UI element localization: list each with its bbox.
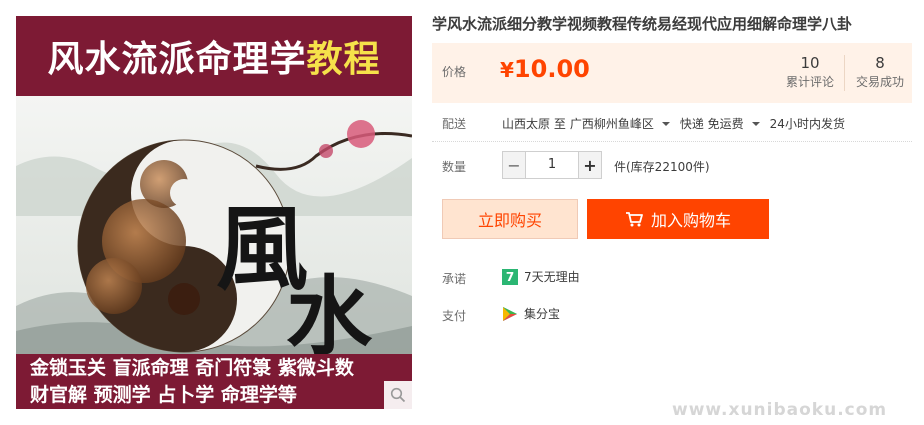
image-topics-banner: 金锁玉关 盲派命理 奇门符箓 紫微斗数 财官解 预测学 占卜学 命理学等: [16, 354, 412, 409]
delivery-row: 山西太原 至 广西柳州鱼峰区 快递 免运费 24小时内发货: [502, 115, 849, 132]
promise-text: 7天无理由: [524, 270, 580, 284]
add-to-cart-label: 加入购物车: [650, 211, 731, 230]
currency-symbol: ¥: [500, 58, 514, 82]
deals-stat: 8 交易成功: [848, 53, 912, 90]
image-topics-line2: 财官解 预测学 占卜学 命理学等: [30, 384, 297, 406]
jifenbao-icon: [502, 306, 518, 322]
payment-row[interactable]: 集分宝: [502, 305, 560, 322]
image-title-white: 风水流派命理学: [47, 39, 307, 80]
zoom-button[interactable]: [384, 381, 412, 409]
reviews-stat[interactable]: 10 累计评论: [780, 53, 840, 90]
payment-text: 集分宝: [524, 307, 561, 321]
chevron-down-icon[interactable]: [661, 121, 670, 126]
ship-time: 24小时内发货: [769, 117, 845, 131]
stats-divider: [844, 55, 845, 91]
deals-count: 8: [875, 54, 885, 72]
reviews-label: 累计评论: [785, 75, 834, 89]
reviews-count: 10: [800, 54, 820, 72]
promise-label: 承诺: [442, 272, 467, 286]
quantity-stepper: − 1 +: [502, 151, 602, 179]
delivery-method-select[interactable]: 快递 免运费: [680, 115, 744, 132]
watermark: www.xunibaoku.com: [672, 400, 888, 420]
product-image[interactable]: 风水流派命理学 教程 風 水 金锁玉关 盲派命理 奇门符箓 紫微斗数 财官解 预…: [16, 16, 412, 409]
price-panel: 价格 ¥10.00 10 累计评论 8 交易成功: [432, 43, 912, 103]
product-detail-page: 风水流派命理学 教程 風 水 金锁玉关 盲派命理 奇门符箓 紫微斗数 财官解 预…: [0, 0, 924, 425]
quantity-decrease-button[interactable]: −: [502, 151, 526, 179]
add-to-cart-button[interactable]: 加入购物车: [587, 199, 769, 239]
divider: [432, 141, 912, 142]
price-amount: 10.00: [513, 55, 590, 83]
price-value: ¥10.00: [500, 55, 590, 83]
search-icon: [390, 387, 406, 403]
stock-text: 件(库存22100件): [614, 160, 710, 174]
image-topics-line1: 金锁玉关 盲派命理 奇门符箓 紫微斗数: [30, 357, 354, 379]
price-label: 价格: [442, 65, 467, 79]
deals-label: 交易成功: [855, 75, 904, 89]
delivery-from: 山西太原 至: [502, 117, 566, 131]
image-title-banner: 风水流派命理学 教程: [16, 16, 412, 96]
chevron-down-icon[interactable]: [751, 121, 760, 126]
cart-icon: [625, 211, 643, 227]
quantity-increase-button[interactable]: +: [578, 151, 602, 179]
promise-row[interactable]: 7 7天无理由: [502, 268, 580, 285]
product-title: 学风水流派细分教学视频教程传统易经现代应用细解命理学八卦: [432, 15, 853, 33]
buy-now-button[interactable]: 立即购买: [442, 199, 578, 239]
seven-day-return-icon: 7: [502, 268, 518, 285]
yin-yang-scene: 風 水: [16, 96, 412, 354]
quantity-input[interactable]: 1: [526, 151, 578, 179]
calligraphy-shui: 水: [286, 266, 373, 354]
payment-label: 支付: [442, 309, 467, 323]
delivery-to-select[interactable]: 广西柳州鱼峰区: [570, 115, 654, 132]
quantity-label: 数量: [442, 160, 467, 174]
delivery-label: 配送: [442, 117, 467, 131]
image-title-yellow: 教程: [306, 39, 381, 80]
